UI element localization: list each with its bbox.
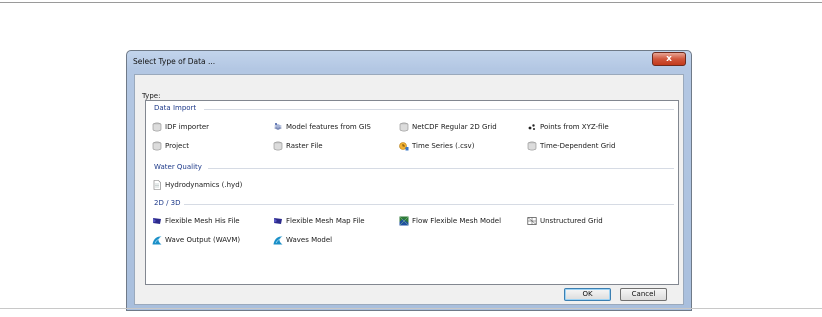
- list-item-label: Waves Model: [286, 236, 333, 244]
- bottom-rule: [0, 308, 822, 309]
- list-item-label: Flow Flexible Mesh Model: [412, 217, 502, 225]
- dialog-title: Select Type of Data ...: [133, 57, 216, 66]
- list-item-label: Model features from GIS: [286, 123, 371, 131]
- wave-icon: [273, 236, 283, 245]
- flag-icon: [153, 218, 161, 224]
- grid-icon: [527, 217, 537, 225]
- cancel-button[interactable]: Cancel: [620, 288, 667, 301]
- list-item-project[interactable]: Project: [152, 140, 189, 152]
- list-item-model-features-from-gis[interactable]: Model features from GIS: [273, 121, 371, 133]
- grey-cylinder-icon: [273, 141, 283, 151]
- list-item-hydrodynamics-hyd[interactable]: Hydrodynamics (.hyd): [152, 179, 242, 191]
- gis-layers-icon: [274, 123, 282, 130]
- grey-cylinder-icon: [152, 141, 162, 151]
- list-item-label: Time Series (.csv): [412, 142, 475, 150]
- list-item-waves-model[interactable]: Waves Model: [273, 234, 332, 246]
- list-item-flow-flexible-mesh-model[interactable]: Flow Flexible Mesh Model: [399, 215, 501, 227]
- dialog-body: Type: Data Import IDF importer Model fea…: [134, 74, 684, 305]
- list-item-points-from-xyz-file[interactable]: Points from XYZ-file: [527, 121, 609, 133]
- list-item-netcdf-regular-2d-grid[interactable]: NetCDF Regular 2D Grid: [399, 121, 497, 133]
- list-item-label: Points from XYZ-file: [540, 123, 609, 131]
- flow-model-icon: [399, 216, 409, 226]
- list-item-label: NetCDF Regular 2D Grid: [412, 123, 497, 131]
- list-item-label: Wave Output (WAVM): [165, 236, 241, 244]
- group-header-data-import: Data Import: [154, 104, 197, 112]
- close-button[interactable]: x: [652, 52, 686, 66]
- type-listbox[interactable]: Data Import IDF importer Model features …: [145, 100, 679, 285]
- list-item-label: Time-Dependent Grid: [540, 142, 616, 150]
- type-label: Type:: [142, 92, 161, 100]
- list-item-time-dependent-grid[interactable]: Time-Dependent Grid: [527, 140, 615, 152]
- title-bar[interactable]: Select Type of Data ... x: [127, 51, 691, 73]
- ok-button[interactable]: OK: [564, 288, 611, 301]
- grey-cylinder-icon: [527, 141, 537, 151]
- group-divider: [184, 204, 674, 205]
- grey-cylinder-icon: [152, 122, 162, 132]
- time-series-icon: [399, 142, 409, 151]
- list-item-label: IDF importer: [165, 123, 210, 131]
- list-item-label: Project: [165, 142, 189, 150]
- document-icon: [153, 180, 161, 190]
- group-header-water-quality: Water Quality: [154, 163, 202, 171]
- list-item-idf-importer[interactable]: IDF importer: [152, 121, 209, 133]
- group-divider: [204, 109, 674, 110]
- list-item-flexible-mesh-his-file[interactable]: Flexible Mesh His File: [152, 215, 240, 227]
- list-item-label: Hydrodynamics (.hyd): [165, 181, 243, 189]
- select-type-dialog: Select Type of Data ... x Type: Data Imp…: [126, 50, 692, 311]
- list-item-unstructured-grid[interactable]: Unstructured Grid: [527, 215, 603, 227]
- grey-cylinder-icon: [399, 122, 409, 132]
- list-item-label: Flexible Mesh Map File: [286, 217, 365, 225]
- list-item-label: Unstructured Grid: [540, 217, 603, 225]
- group-divider: [208, 168, 674, 169]
- group-header-2d-3d: 2D / 3D: [154, 199, 181, 207]
- list-item-label: Raster File: [286, 142, 323, 150]
- list-item-label: Flexible Mesh His File: [165, 217, 240, 225]
- list-item-wave-output-wavm[interactable]: Wave Output (WAVM): [152, 234, 240, 246]
- points-icon: [528, 124, 535, 130]
- flag-icon: [274, 218, 282, 224]
- list-item-raster-file[interactable]: Raster File: [273, 140, 323, 152]
- list-item-time-series-csv[interactable]: Time Series (.csv): [399, 140, 474, 152]
- wave-icon: [152, 236, 162, 245]
- top-rule: [0, 2, 822, 3]
- list-item-flexible-mesh-map-file[interactable]: Flexible Mesh Map File: [273, 215, 365, 227]
